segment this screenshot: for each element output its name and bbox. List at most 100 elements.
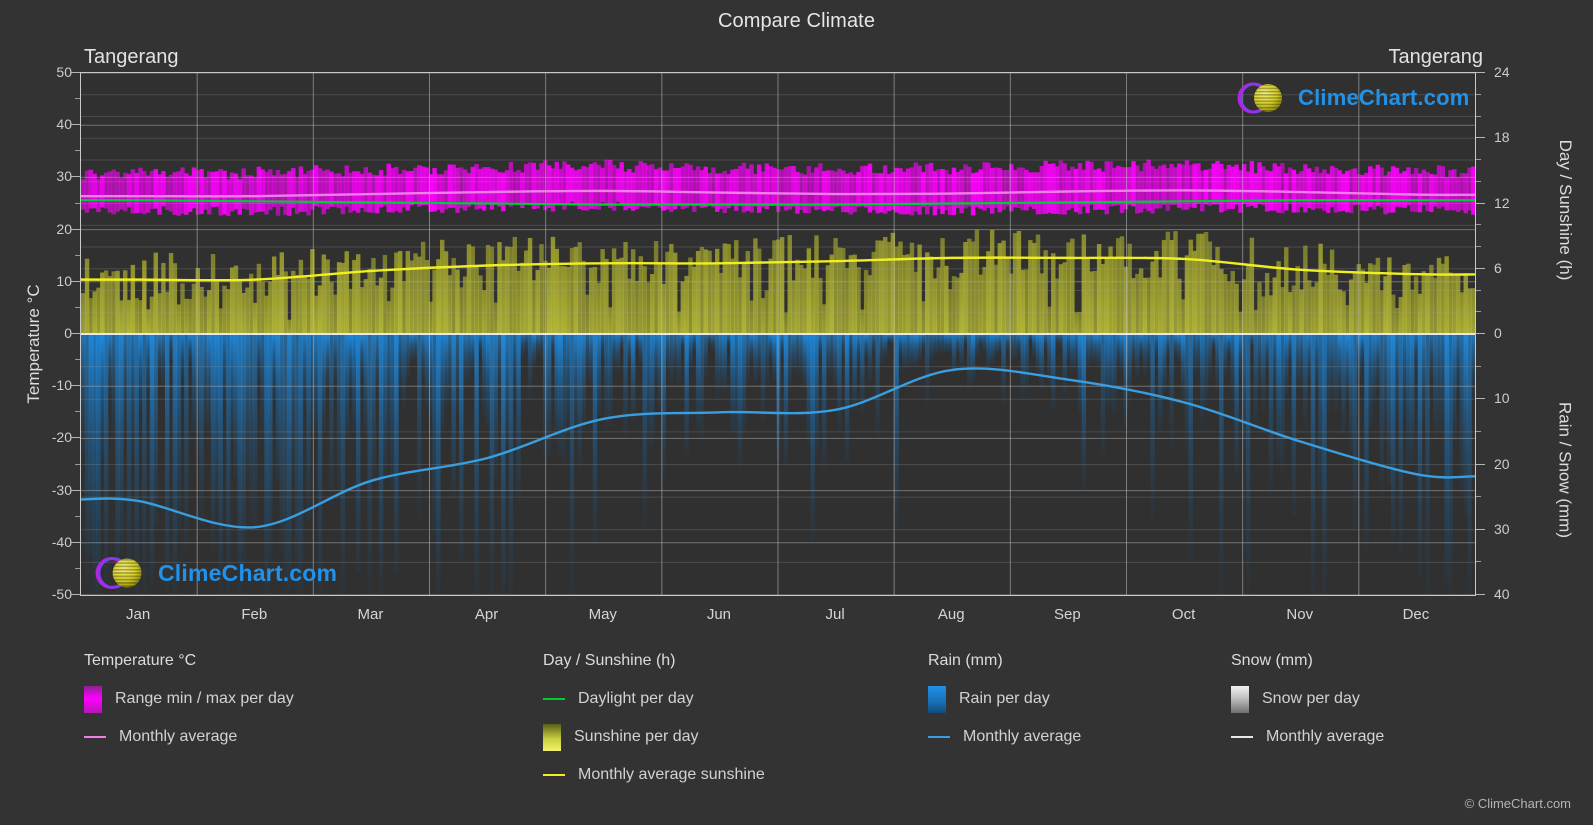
y-axis-tick-right-top: 12	[1494, 194, 1510, 211]
y-tickmark-right-top	[1476, 267, 1485, 269]
snow-average-line-icon	[1231, 736, 1253, 738]
y-tickmark-right-top-minor	[1476, 224, 1481, 226]
legend-item-sunshine-avg: Monthly average sunshine	[543, 760, 943, 790]
legend-heading-rain: Rain (mm)	[928, 652, 1003, 669]
y-axis-tick-left: -30	[51, 481, 72, 498]
y-tickmark-left	[71, 333, 80, 334]
y-tickmark-right-bottom	[1476, 528, 1485, 530]
rain-swatch-icon	[928, 685, 946, 713]
x-axis-tick-mar: Mar	[357, 606, 384, 623]
y-axis-tick-right-top: 18	[1494, 129, 1510, 146]
climechart-logo-icon	[1237, 82, 1282, 114]
y-tickmark-right-top	[1476, 72, 1485, 73]
plot-area	[80, 72, 1476, 596]
y-axis-tick-left: 30	[56, 168, 72, 185]
x-axis-tick-jun: Jun	[706, 606, 731, 623]
legend-label-rain-avg: Monthly average	[963, 728, 1082, 745]
y-tickmark-right-top	[1476, 137, 1485, 139]
y-axis-tick-left: 40	[56, 116, 72, 133]
y-tickmark-left	[71, 280, 80, 282]
y-tickmark-right-bottom-minor	[1476, 561, 1481, 563]
y-tickmark-right-top-minor	[1476, 289, 1481, 291]
legend-heading-day-sunshine: Day / Sunshine (h)	[543, 652, 676, 669]
x-axis-tick-apr: Apr	[474, 606, 499, 623]
location-label-left: Tangerang	[84, 46, 179, 68]
y-axis-tick-left: 50	[56, 64, 72, 80]
climechart-logo-top[interactable]: ClimeChart.com	[1234, 78, 1470, 118]
rain-average-line-icon	[928, 736, 950, 738]
copyright-notice: © ClimeChart.com	[1464, 796, 1571, 811]
y-axis-title-right-top: Day / Sunshine (h)	[1556, 139, 1575, 281]
y-axis-tick-right-bottom: 30	[1494, 520, 1510, 537]
legend-rain: Rain (mm) Rain per day Monthly average	[928, 652, 1228, 760]
plot-canvas	[81, 73, 1475, 595]
y-tickmark-left-minor	[75, 306, 80, 308]
x-axis-tick-sep: Sep	[1054, 606, 1081, 623]
temperature-average-line-icon	[84, 736, 106, 738]
sunshine-average-line-icon	[543, 774, 565, 776]
y-axis-tick-right-bottom: 40	[1494, 586, 1510, 602]
legend-item-daylight: Daylight per day	[543, 684, 943, 714]
y-tickmark-left-minor	[75, 202, 80, 204]
y-tickmark-left	[71, 385, 80, 387]
y-axis-tick-right-top: 0	[1494, 325, 1502, 341]
y-tickmark-right-bottom	[1476, 463, 1485, 465]
x-axis-tick-dec: Dec	[1402, 606, 1430, 623]
y-tickmark-left	[71, 176, 80, 178]
y-tickmark-right-top-minor	[1476, 246, 1481, 247]
y-tickmark-right-top	[1476, 202, 1485, 204]
y-axis-title-right-bottom: Rain / Snow (mm)	[1555, 401, 1575, 539]
y-tickmark-left	[71, 124, 80, 126]
y-tickmark-left-minor	[75, 567, 80, 569]
legend-label-sunshine-avg: Monthly average sunshine	[578, 766, 765, 783]
y-tickmark-left	[71, 437, 80, 439]
y-tickmark-right-top-minor	[1476, 180, 1481, 182]
daylight-line-icon	[543, 698, 565, 700]
y-tickmark-right-bottom	[1476, 398, 1485, 400]
y-tickmark-left	[71, 541, 80, 543]
y-tickmark-left	[71, 228, 80, 230]
x-axis-tick-nov: Nov	[1286, 606, 1314, 623]
legend-heading-temperature: Temperature °C	[84, 652, 197, 669]
temperature-range-swatch-icon	[84, 685, 102, 713]
legend-item-temp-avg: Monthly average	[84, 722, 504, 752]
legend-item-sunshine: Sunshine per day	[543, 722, 943, 752]
y-tickmark-left	[71, 72, 80, 73]
y-tickmark-right-bottom-minor	[1476, 430, 1481, 432]
legend-label-temp-range: Range min / max per day	[115, 690, 294, 707]
y-axis-tick-left: -40	[51, 533, 72, 550]
page-title: Compare Climate	[717, 10, 876, 32]
y-tickmark-left-minor	[75, 150, 80, 152]
y-tickmark-left-minor	[75, 359, 80, 361]
y-tickmark-right-top	[1476, 333, 1485, 334]
y-tickmark-left-minor	[75, 515, 80, 517]
legend-item-temp-range: Range min / max per day	[84, 684, 504, 714]
legend-label-snow: Snow per day	[1262, 690, 1360, 707]
legend-temperature: Temperature °C Range min / max per day M…	[84, 652, 504, 760]
legend-item-rain-avg: Monthly average	[928, 722, 1228, 752]
x-axis-tick-jul: Jul	[825, 606, 845, 623]
x-axis-tick-jan: Jan	[125, 606, 151, 623]
y-tickmark-right-bottom	[1476, 594, 1485, 595]
y-axis-title-left: Temperature °C	[24, 284, 43, 404]
y-tickmark-right-top-minor	[1476, 115, 1481, 117]
y-tickmark-left	[71, 489, 80, 491]
snow-swatch-icon	[1231, 685, 1249, 713]
climechart-logo-text: ClimeChart.com	[158, 559, 338, 586]
climechart-logo-text: ClimeChart.com	[1298, 85, 1470, 110]
y-axis-tick-left: -50	[51, 586, 72, 602]
y-tickmark-right-bottom-minor	[1476, 365, 1481, 367]
y-tickmark-right-top-minor	[1476, 311, 1481, 313]
legend-label-rain: Rain per day	[959, 690, 1050, 707]
y-axis-tick-right-bottom: 10	[1494, 390, 1510, 407]
y-tickmark-right-top-minor	[1476, 159, 1481, 160]
y-tickmark-left-minor	[75, 463, 80, 465]
y-axis-tick-right-top: 24	[1494, 64, 1510, 80]
legend-label-daylight: Daylight per day	[578, 690, 694, 707]
x-axis-tick-may: May	[588, 606, 617, 623]
x-axis-tick-feb: Feb	[241, 606, 268, 623]
y-tickmark-left	[71, 594, 80, 595]
y-axis-tick-right-bottom: 20	[1494, 455, 1510, 472]
x-axis-tick-oct: Oct	[1171, 606, 1196, 623]
climechart-logo-bottom[interactable]: ClimeChart.com	[92, 552, 337, 594]
